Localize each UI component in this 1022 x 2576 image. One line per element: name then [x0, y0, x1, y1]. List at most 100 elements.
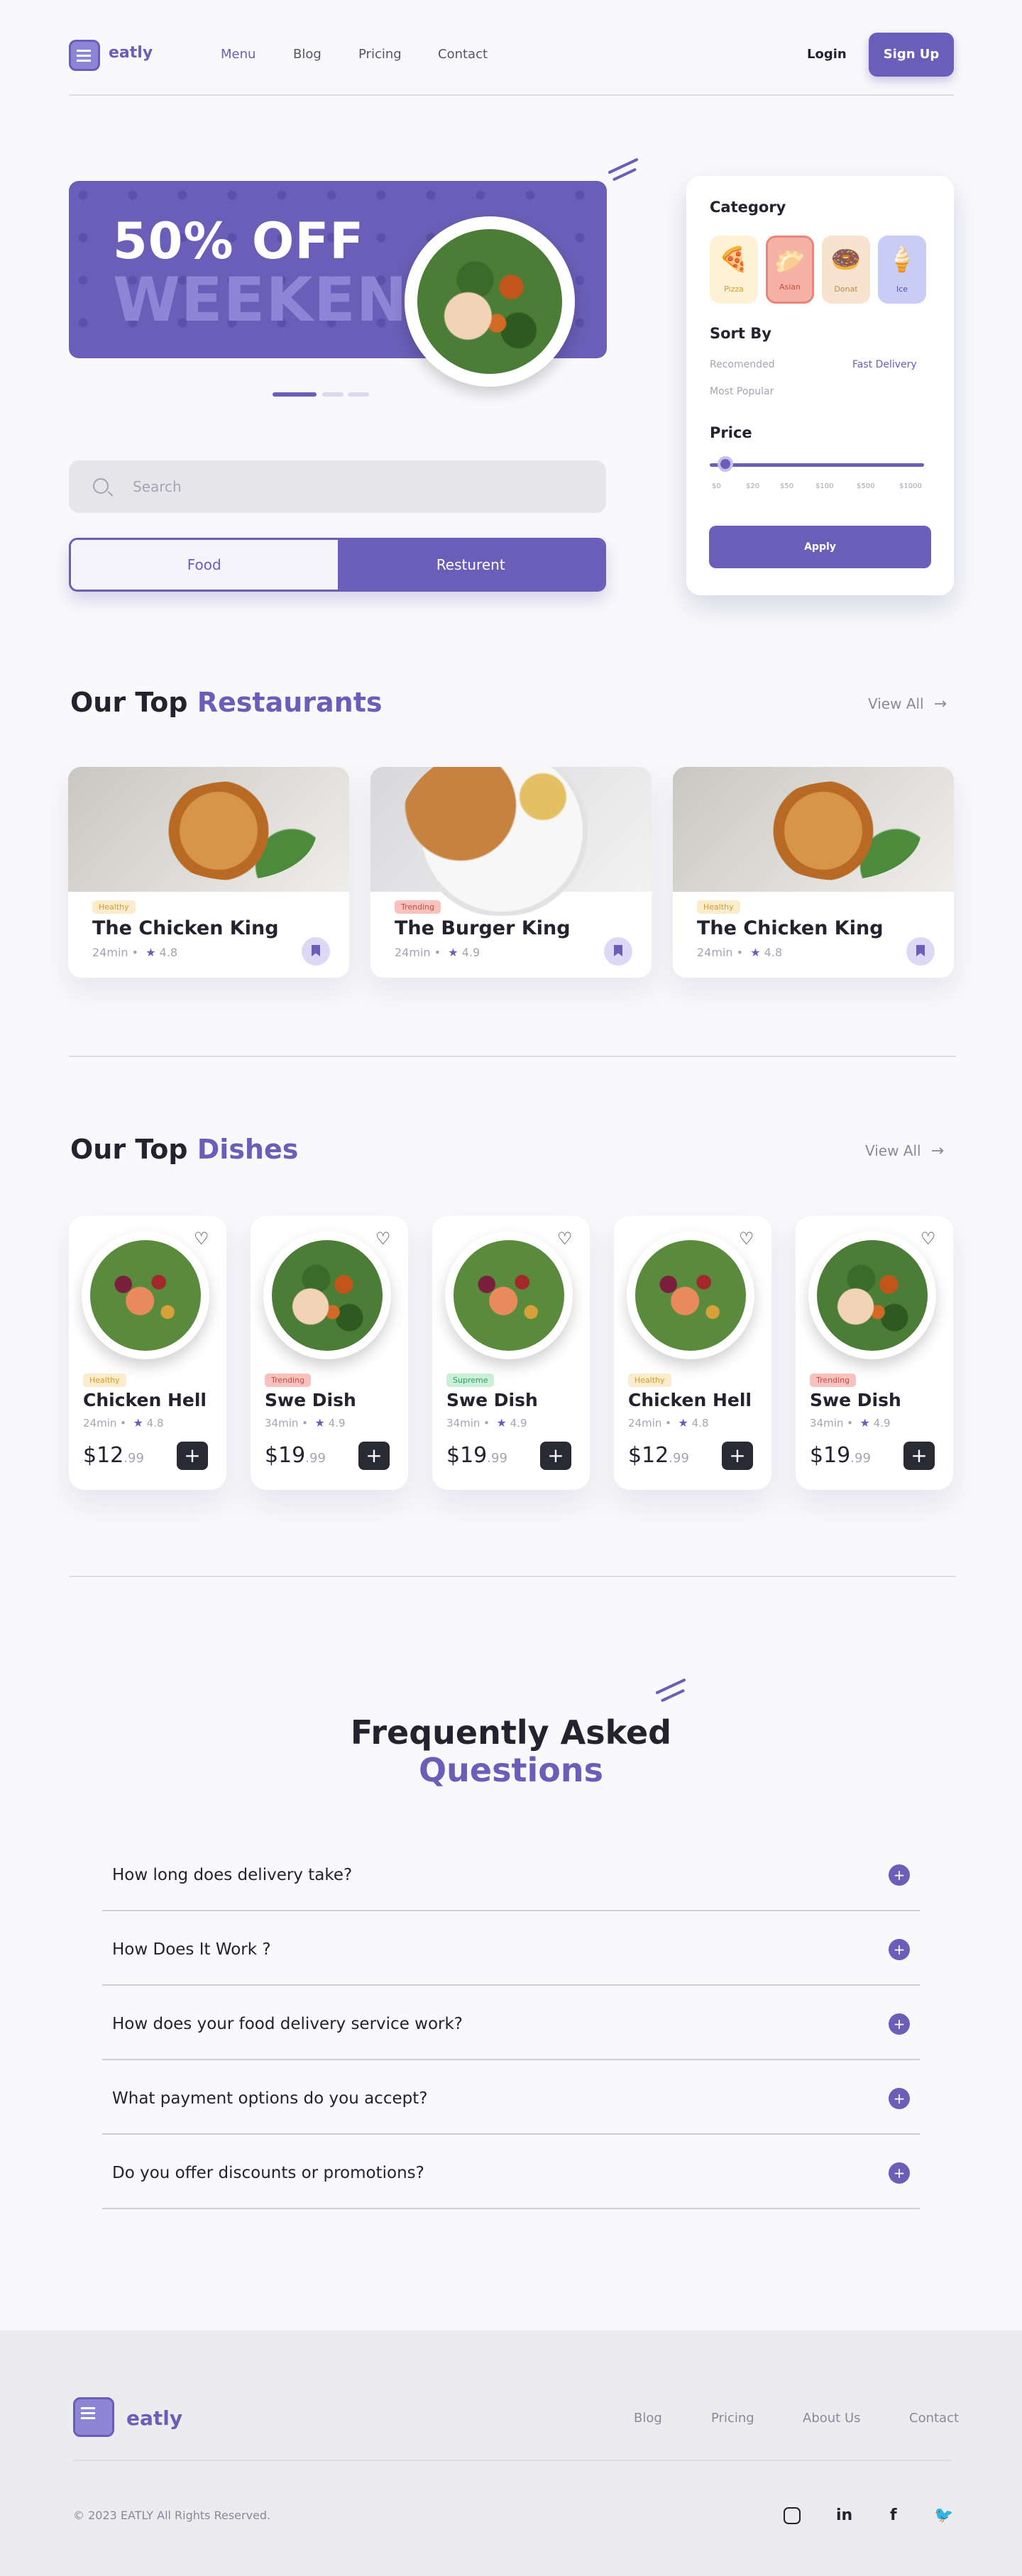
bookmark-icon[interactable]: [604, 937, 632, 966]
heart-icon[interactable]: ♡: [194, 1229, 209, 1249]
carousel-dot[interactable]: [348, 392, 369, 397]
dish-card[interactable]: ♡ Trending Swe Dish 34min • ★ 4.9 $19.99…: [796, 1216, 953, 1490]
dish-price: $19.99: [265, 1443, 326, 1468]
signup-button[interactable]: Sign Up: [869, 33, 954, 77]
section-title-accent: Dishes: [197, 1134, 299, 1165]
footer-link-contact[interactable]: Contact: [909, 2411, 959, 2426]
faq-item[interactable]: What payment options do you accept? +: [102, 2061, 920, 2135]
add-to-cart-button[interactable]: +: [540, 1442, 571, 1470]
status-badge: Supreme: [446, 1373, 495, 1387]
search-input[interactable]: [133, 475, 559, 499]
rating: 4.9: [328, 1417, 346, 1430]
dish-meta: 34min • ★ 4.9: [265, 1416, 346, 1430]
heart-icon[interactable]: ♡: [921, 1229, 936, 1249]
section-title-plain: Our Top: [70, 687, 188, 718]
add-to-cart-button[interactable]: +: [358, 1442, 390, 1470]
dish-meta: 34min • ★ 4.9: [446, 1416, 527, 1430]
dish-card[interactable]: ♡ Healthy Chicken Hell 24min • ★ 4.8 $12…: [69, 1216, 226, 1490]
carousel-dot[interactable]: [322, 392, 344, 397]
nav-link-contact[interactable]: Contact: [438, 47, 488, 62]
pizza-icon: 🍕: [718, 245, 749, 274]
asian-icon: 🥟: [774, 248, 806, 276]
category-pizza[interactable]: 🍕 Pizza: [710, 236, 758, 304]
logo-icon[interactable]: [69, 40, 100, 71]
brand-name[interactable]: eatly: [109, 44, 153, 62]
dish-meta: 24min • ★ 4.8: [83, 1416, 164, 1430]
section-title-plain: Our Top: [70, 1134, 188, 1165]
status-badge: Trending: [265, 1373, 312, 1387]
plus-icon[interactable]: +: [889, 1864, 910, 1886]
faq-item[interactable]: How long does delivery take? +: [102, 1837, 920, 1911]
faq-item[interactable]: How does your food delivery service work…: [102, 1986, 920, 2060]
sort-option-recommended[interactable]: Recomended: [710, 359, 775, 370]
status-badge: Healthy: [697, 900, 740, 914]
nav-link-blog[interactable]: Blog: [293, 47, 322, 62]
faq-question: Do you offer discounts or promotions?: [112, 2164, 424, 2182]
rating: 4.9: [873, 1417, 891, 1430]
restaurant-card[interactable]: Trending The Burger King 24min • ★ 4.9: [370, 767, 652, 978]
faq-item[interactable]: How Does It Work ? +: [102, 1912, 920, 1986]
delivery-time: 34min •: [810, 1417, 853, 1430]
price-tick: $100: [815, 482, 834, 490]
promo-headline: 50% OFF: [113, 212, 365, 270]
status-badge: Healthy: [628, 1373, 671, 1387]
sort-heading: Sort By: [710, 325, 771, 342]
plus-icon[interactable]: +: [889, 2162, 910, 2184]
category-donut[interactable]: 🍩 Donat: [822, 236, 870, 304]
bookmark-icon[interactable]: [302, 937, 330, 966]
add-to-cart-button[interactable]: +: [903, 1442, 935, 1470]
footer-link-pricing[interactable]: Pricing: [711, 2411, 754, 2426]
sort-option-fast-delivery[interactable]: Fast Delivery: [852, 359, 917, 370]
toggle-food[interactable]: Food: [71, 540, 338, 590]
star-icon: ★: [750, 946, 761, 959]
star-icon: ★: [496, 1416, 507, 1430]
restaurants-view-all-link[interactable]: View All →: [868, 695, 947, 713]
restaurant-card[interactable]: Healthy The Chicken King 24min • ★ 4.8: [68, 767, 349, 978]
twitter-icon[interactable]: 🐦: [934, 2506, 953, 2524]
dish-card[interactable]: ♡ Trending Swe Dish 34min • ★ 4.9 $19.99…: [251, 1216, 408, 1490]
nav-link-pricing[interactable]: Pricing: [358, 47, 402, 62]
faq-item[interactable]: Do you offer discounts or promotions? +: [102, 2135, 920, 2209]
price-cents: .99: [669, 1451, 689, 1466]
heart-icon[interactable]: ♡: [557, 1229, 573, 1249]
plus-icon[interactable]: +: [889, 2013, 910, 2035]
restaurant-meta: 24min • ★ 4.8: [697, 946, 782, 959]
linkedin-icon[interactable]: in: [836, 2506, 852, 2524]
facebook-icon[interactable]: f: [890, 2506, 897, 2524]
dish-price: $19.99: [446, 1443, 507, 1468]
dish-card[interactable]: ♡ Healthy Chicken Hell 24min • ★ 4.8 $12…: [614, 1216, 771, 1490]
add-to-cart-button[interactable]: +: [722, 1442, 753, 1470]
category-asian[interactable]: 🥟 Asian: [766, 236, 814, 304]
nav-link-menu[interactable]: Menu: [221, 47, 256, 62]
toggle-restaurant[interactable]: Resturent: [337, 540, 604, 590]
plus-icon[interactable]: +: [889, 1939, 910, 1960]
plus-icon[interactable]: +: [889, 2088, 910, 2109]
instagram-icon[interactable]: [784, 2507, 801, 2524]
footer-link-blog[interactable]: Blog: [634, 2411, 662, 2426]
footer-brand-name[interactable]: eatly: [126, 2406, 182, 2430]
faq-title-accent: Questions: [419, 1751, 603, 1789]
dish-card[interactable]: ♡ Supreme Swe Dish 34min • ★ 4.9 $19.99 …: [432, 1216, 590, 1490]
price-dollars: $12: [83, 1443, 124, 1468]
price-slider-track[interactable]: [710, 463, 924, 467]
carousel-dot-active[interactable]: [273, 392, 317, 397]
dish-meta: 24min • ★ 4.8: [628, 1416, 709, 1430]
category-ice[interactable]: 🍦 Ice: [878, 236, 926, 304]
dishes-view-all-link[interactable]: View All →: [865, 1142, 944, 1160]
price-cents: .99: [305, 1451, 326, 1466]
restaurant-name: The Chicken King: [697, 917, 884, 939]
sort-option-most-popular[interactable]: Most Popular: [710, 386, 774, 397]
add-to-cart-button[interactable]: +: [177, 1442, 208, 1470]
login-link[interactable]: Login: [807, 47, 847, 62]
footer-link-about[interactable]: About Us: [803, 2411, 861, 2426]
bookmark-icon[interactable]: [906, 937, 935, 966]
price-dollars: $19: [446, 1443, 488, 1468]
price-slider-handle[interactable]: [718, 456, 733, 472]
restaurant-card[interactable]: Healthy The Chicken King 24min • ★ 4.8: [673, 767, 954, 978]
heart-icon[interactable]: ♡: [739, 1229, 754, 1249]
apply-filter-button[interactable]: Apply: [709, 526, 931, 568]
heart-icon[interactable]: ♡: [375, 1229, 391, 1249]
logo-icon[interactable]: [73, 2397, 114, 2437]
view-all-label: View All: [865, 1142, 921, 1159]
top-navigation: eatly Menu Blog Pricing Contact Login Si…: [69, 33, 954, 78]
